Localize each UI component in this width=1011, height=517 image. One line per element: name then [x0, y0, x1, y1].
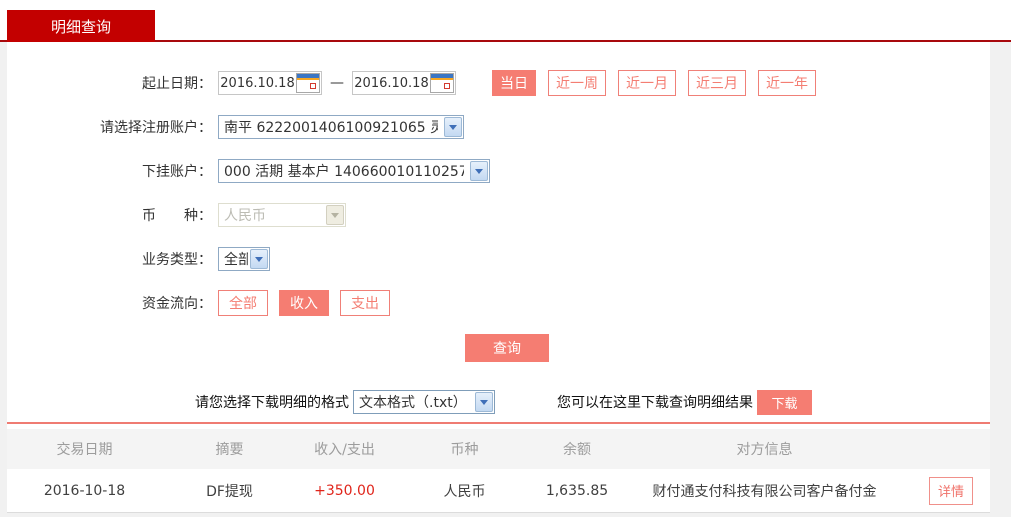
chevron-down-icon	[449, 124, 457, 134]
quick-range-today-button[interactable]: 当日	[492, 70, 536, 96]
business-type-label: 业务类型：	[142, 252, 212, 268]
start-date-value: 2016.10.18	[220, 75, 295, 91]
chevron-down-icon	[255, 256, 263, 266]
register-account-row: 请选择注册账户： 南平 6222001406100921065 灵通卡	[7, 114, 990, 140]
dropdown-arrow-icon[interactable]	[470, 161, 488, 181]
dropdown-arrow-icon[interactable]	[444, 117, 462, 137]
register-account-value: 南平 6222001406100921065 灵通卡	[224, 120, 438, 136]
calendar-icon-selected-day	[444, 83, 450, 89]
business-type-value: 全部	[224, 252, 248, 268]
quick-range-month-button[interactable]: 近一月	[618, 70, 676, 96]
fund-flow-income-button[interactable]: 收入	[279, 290, 329, 316]
download-row: 请您选择下载明细的格式 文本格式（.txt） 您可以在这里下载查询明细结果 下载	[195, 389, 990, 415]
date-range-row: 起止日期： 2016.10.18 — 2016.10.18 当日 近一周 近一月…	[7, 70, 990, 96]
calendar-icon-stripe	[431, 78, 453, 80]
header-currency: 币种	[450, 442, 479, 458]
currency-value: 人民币	[224, 208, 266, 224]
fund-flow-row: 资金流向： 全部 收入 支出	[7, 290, 990, 316]
cell-currency: 人民币	[443, 483, 486, 500]
query-button[interactable]: 查询	[465, 334, 549, 362]
header-summary: 摘要	[215, 442, 244, 458]
sub-account-select[interactable]: 000 活期 基本户 1406600101102571848	[218, 159, 490, 183]
business-type-select[interactable]: 全部	[218, 247, 270, 271]
dropdown-arrow-icon[interactable]	[250, 249, 268, 269]
calendar-icon-selected-day	[310, 83, 316, 89]
register-account-label: 请选择注册账户：	[100, 120, 212, 136]
currency-row: 币 种： 人民币	[7, 202, 990, 228]
download-hint-text: 您可以在这里下载查询明细结果	[557, 395, 753, 411]
chevron-down-icon	[475, 168, 483, 178]
dropdown-arrow-icon	[326, 205, 344, 225]
fund-flow-all-button[interactable]: 全部	[218, 290, 268, 316]
quick-range-3months-button[interactable]: 近三月	[688, 70, 746, 96]
cell-trade-date: 2016-10-18	[43, 482, 126, 499]
tab-bar: 明细查询	[0, 0, 1011, 42]
dropdown-arrow-icon[interactable]	[475, 392, 493, 412]
end-date-input[interactable]: 2016.10.18	[352, 71, 456, 95]
cell-summary: DF提现	[206, 483, 253, 500]
sub-account-row: 下挂账户： 000 活期 基本户 1406600101102571848	[7, 158, 990, 184]
quick-range-week-button[interactable]: 近一周	[548, 70, 606, 96]
chevron-down-icon	[331, 212, 339, 222]
download-format-value: 文本格式（.txt）	[359, 395, 467, 411]
fund-flow-label: 资金流向：	[142, 296, 212, 312]
cell-balance: 1,635.85	[545, 482, 609, 499]
currency-label: 币 种：	[142, 208, 212, 224]
calendar-icon-stripe	[297, 78, 319, 80]
detail-button[interactable]: 详情	[929, 476, 973, 505]
date-range-label: 起止日期：	[142, 76, 212, 92]
date-range-separator: —	[330, 75, 344, 91]
chevron-down-icon	[480, 399, 488, 409]
header-trade-date: 交易日期	[56, 442, 113, 458]
table-header-row: 交易日期 摘要 收入/支出 币种 余额 对方信息	[7, 429, 990, 469]
business-type-row: 业务类型： 全部	[7, 246, 990, 272]
download-button[interactable]: 下载	[757, 389, 812, 415]
table-row: 2016-10-18 DF提现 +350.00 人民币 1,635.85 财付通…	[7, 469, 990, 513]
query-button-row: 查询	[7, 334, 990, 362]
fund-flow-expense-button[interactable]: 支出	[340, 290, 390, 316]
calendar-icon[interactable]	[430, 73, 454, 93]
calendar-icon[interactable]	[296, 73, 320, 93]
header-counterparty: 对方信息	[736, 442, 793, 458]
download-format-select[interactable]: 文本格式（.txt）	[353, 390, 495, 414]
start-date-input[interactable]: 2016.10.18	[218, 71, 322, 95]
query-panel: 起止日期： 2016.10.18 — 2016.10.18 当日 近一周 近一月…	[7, 42, 990, 422]
tab-detail-query[interactable]: 明细查询	[7, 10, 155, 42]
end-date-value: 2016.10.18	[354, 75, 429, 91]
sub-account-value: 000 活期 基本户 1406600101102571848	[224, 164, 464, 180]
header-balance: 余额	[563, 442, 591, 458]
download-format-label: 请您选择下载明细的格式	[195, 395, 349, 411]
cell-counterparty: 财付通支付科技有限公司客户备付金	[652, 483, 877, 500]
register-account-select[interactable]: 南平 6222001406100921065 灵通卡	[218, 115, 464, 139]
header-income-expense: 收入/支出	[314, 442, 375, 458]
currency-select: 人民币	[218, 203, 346, 227]
sub-account-label: 下挂账户：	[142, 164, 212, 180]
quick-range-year-button[interactable]: 近一年	[758, 70, 816, 96]
cell-action: 详情	[912, 476, 990, 505]
cell-amount: +350.00	[314, 482, 375, 499]
panel-bottom-pad	[7, 415, 990, 422]
